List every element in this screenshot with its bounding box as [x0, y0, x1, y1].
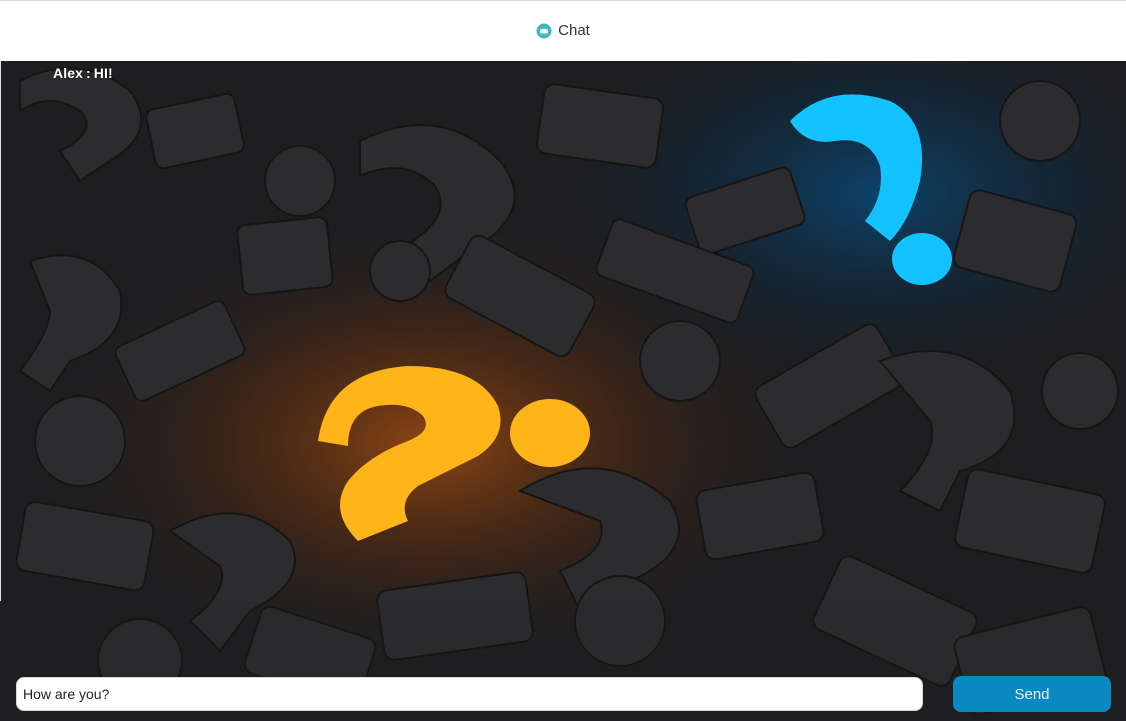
message-list: Alex: HI!: [0, 61, 1126, 601]
message-input[interactable]: [16, 677, 923, 711]
chat-message: Alex: HI!: [53, 65, 113, 81]
message-text: HI!: [93, 65, 113, 81]
chat-bubble-icon: [536, 23, 552, 39]
send-button[interactable]: Send: [953, 676, 1111, 712]
chat-app: Chat Alex:HI! Send: [0, 0, 1126, 721]
chat-header: Chat: [0, 0, 1126, 61]
page-title: Chat: [558, 22, 590, 39]
message-separator: :: [85, 65, 91, 81]
message-sender: Alex: [53, 65, 83, 81]
header-title-group: Chat: [536, 22, 590, 39]
